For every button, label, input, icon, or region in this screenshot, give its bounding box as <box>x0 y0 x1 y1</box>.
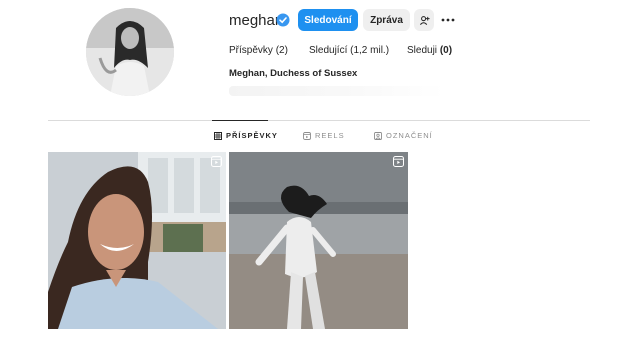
stat-posts: Příspěvky (2) <box>229 45 288 56</box>
post-tile-1[interactable] <box>48 152 226 329</box>
more-options-button[interactable] <box>440 11 456 29</box>
stat-following-value: (0) <box>439 45 453 56</box>
reels-icon <box>303 131 311 140</box>
profile-full-name: Meghan, Duchess of Sussex <box>229 68 358 79</box>
stat-followers-value: (1,2 mil.) <box>350 45 390 56</box>
grid-icon <box>214 131 222 140</box>
tab-reels-label: REELS <box>315 131 345 140</box>
tab-tagged[interactable]: OZNAČENÍ <box>374 131 433 140</box>
reel-badge-icon <box>211 156 222 167</box>
tab-posts[interactable]: PŘÍSPĚVKY <box>214 131 278 140</box>
bio-blurred <box>229 86 444 96</box>
stat-following[interactable]: Sleduji (0) <box>407 45 452 56</box>
more-horizontal-icon <box>441 18 455 22</box>
stat-following-label: Sleduji <box>407 45 438 56</box>
verified-badge-icon <box>276 13 290 27</box>
post-2-image <box>229 152 408 329</box>
tab-tagged-label: OZNAČENÍ <box>386 131 433 140</box>
active-tab-indicator <box>212 120 268 121</box>
message-button[interactable]: Zpráva <box>363 9 410 31</box>
stat-posts-value: (2) <box>275 45 288 56</box>
tab-posts-label: PŘÍSPĚVKY <box>226 131 278 140</box>
tab-reels[interactable]: REELS <box>303 131 345 140</box>
profile-avatar[interactable] <box>86 8 174 96</box>
follow-button[interactable]: Sledování <box>298 9 358 31</box>
add-person-icon <box>419 15 430 25</box>
stat-posts-label: Příspěvky <box>229 45 273 56</box>
tagged-icon <box>374 131 382 140</box>
post-1-image <box>48 152 226 329</box>
suggest-similar-button[interactable] <box>414 9 434 31</box>
post-tile-2[interactable] <box>229 152 408 329</box>
tabs-divider <box>48 120 590 121</box>
reel-badge-icon <box>393 156 404 167</box>
stat-followers-label: Sledující <box>309 45 348 56</box>
avatar-photo <box>86 8 174 96</box>
stat-followers[interactable]: Sledující (1,2 mil.) <box>309 45 389 56</box>
